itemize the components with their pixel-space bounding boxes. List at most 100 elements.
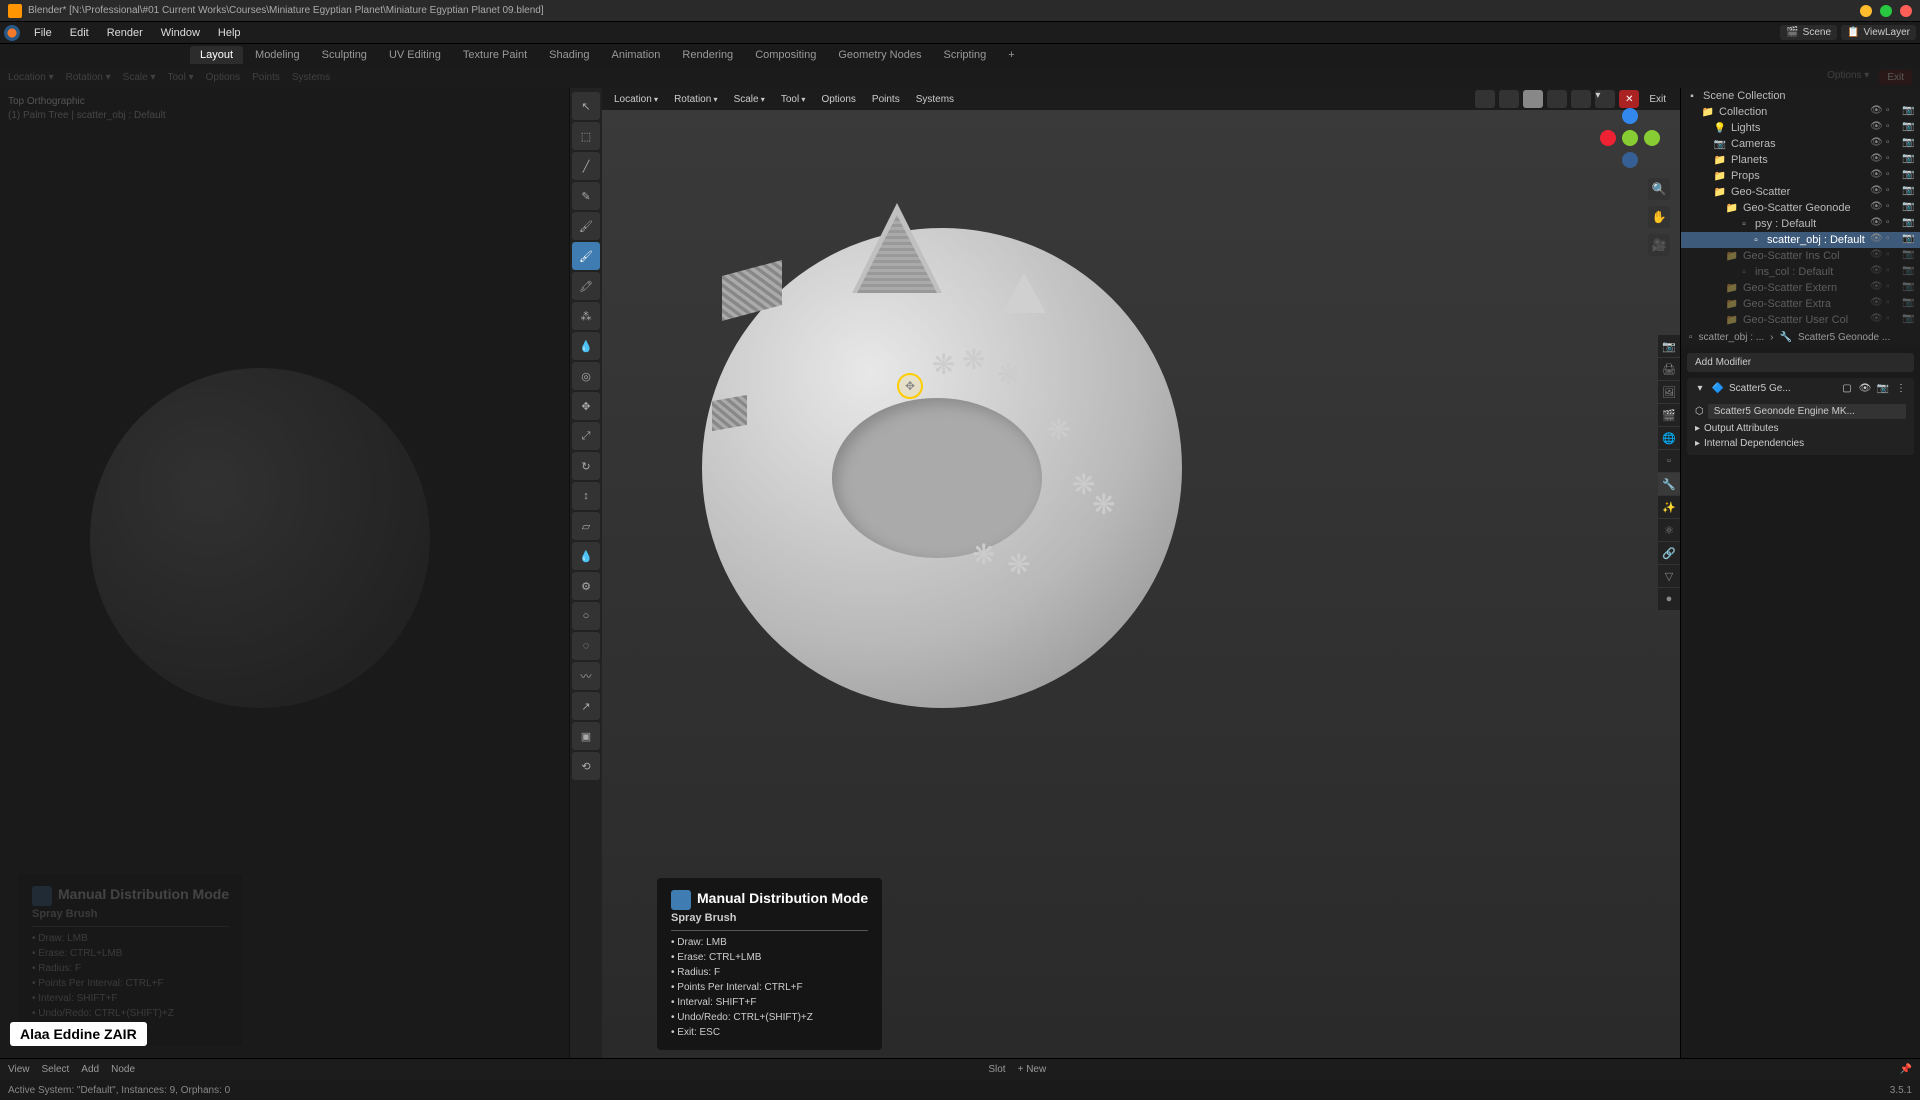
axis-y-icon[interactable] xyxy=(1644,130,1660,146)
tool-wave[interactable]: 〰 xyxy=(572,662,600,690)
mod-toggle-edit[interactable]: ▢ xyxy=(1840,381,1854,395)
outliner-item[interactable]: 📁Geo-Scatter Geonode👁▫📷 xyxy=(1681,200,1920,216)
tool-brush[interactable]: 🖌 xyxy=(572,212,600,240)
shading-matcap[interactable] xyxy=(1547,90,1567,108)
tab-sculpting[interactable]: Sculpting xyxy=(312,46,377,64)
tool-lasso[interactable]: ⟲ xyxy=(572,752,600,780)
outliner-item[interactable]: 📁Props👁▫📷 xyxy=(1681,168,1920,184)
be-view[interactable]: View xyxy=(8,1064,30,1075)
outliner-scene-collection[interactable]: ▪ Scene Collection xyxy=(1681,88,1920,104)
outliner-item[interactable]: 📁Geo-Scatter👁▫📷 xyxy=(1681,184,1920,200)
header-location[interactable]: Location xyxy=(610,94,662,105)
axis-x-icon[interactable] xyxy=(1600,130,1616,146)
tool-spray-brush[interactable]: 🖌 xyxy=(572,242,600,270)
exit-label[interactable]: Exit xyxy=(1643,94,1672,105)
menu-edit[interactable]: Edit xyxy=(62,25,97,41)
header-systems[interactable]: Systems xyxy=(912,94,958,105)
tab-add-workspace[interactable]: + xyxy=(998,46,1024,64)
menu-render[interactable]: Render xyxy=(99,25,151,41)
shading-dropdown[interactable]: ▾ xyxy=(1595,90,1615,108)
tool-line[interactable]: ╱ xyxy=(572,152,600,180)
prop-tab-world[interactable]: 🌐 xyxy=(1658,427,1680,449)
maximize-button[interactable] xyxy=(1880,5,1892,17)
tool-cursor[interactable]: ↖ xyxy=(572,92,600,120)
tool-select[interactable]: ⬚ xyxy=(572,122,600,150)
prop-tab-viewlayer[interactable]: 🖼 xyxy=(1658,381,1680,403)
mod-extras[interactable]: ⋮ xyxy=(1894,381,1908,395)
prop-tab-material[interactable]: ● xyxy=(1658,588,1680,610)
slot-label[interactable]: Slot xyxy=(988,1064,1005,1075)
tool-eraser[interactable]: ▱ xyxy=(572,512,600,540)
modifier-name-field[interactable]: Scatter5 Ge... xyxy=(1729,383,1791,394)
outliner-item[interactable]: ▫psy : Default👁▫📷 xyxy=(1681,216,1920,232)
tool-select-box[interactable]: ▣ xyxy=(572,722,600,750)
node-group-selector[interactable]: Scatter5 Geonode Engine MK... xyxy=(1708,404,1906,419)
axis-center-icon[interactable] xyxy=(1622,130,1638,146)
outliner-item[interactable]: 📁Planets👁▫📷 xyxy=(1681,152,1920,168)
be-node[interactable]: Node xyxy=(111,1064,135,1075)
shading-solid[interactable] xyxy=(1523,90,1543,108)
breadcrumb-object[interactable]: scatter_obj : ... xyxy=(1699,332,1765,343)
tab-scripting[interactable]: Scripting xyxy=(933,46,996,64)
header-options[interactable]: Options xyxy=(817,94,859,105)
outliner-item[interactable]: 📁Geo-Scatter User Col👁▫📷 xyxy=(1681,312,1920,328)
internal-dependencies-row[interactable]: ▸Internal Dependencies xyxy=(1695,436,1906,451)
camera-icon[interactable]: 🎥 xyxy=(1648,234,1670,256)
tool-rotate[interactable]: ↻ xyxy=(572,452,600,480)
breadcrumb-modifier[interactable]: Scatter5 Geonode ... xyxy=(1798,332,1890,343)
outliner-item[interactable]: 💡Lights👁▫📷 xyxy=(1681,120,1920,136)
prop-tab-output[interactable]: 🖨 xyxy=(1658,358,1680,380)
shading-toggle-1[interactable] xyxy=(1475,90,1495,108)
pan-icon[interactable]: ✋ xyxy=(1648,206,1670,228)
menu-file[interactable]: File xyxy=(26,25,60,41)
prop-tab-data[interactable]: ▽ xyxy=(1658,565,1680,587)
axis-z-icon[interactable] xyxy=(1622,108,1638,124)
shading-toggle-2[interactable] xyxy=(1499,90,1519,108)
add-modifier-button[interactable]: Add Modifier xyxy=(1687,353,1914,372)
tab-rendering[interactable]: Rendering xyxy=(672,46,743,64)
modifier-header[interactable]: ▾ 🔷 Scatter5 Ge... ▢ 👁 📷 ⋮ xyxy=(1687,378,1914,398)
tool-gear[interactable]: ⚙ xyxy=(572,572,600,600)
view3d-area[interactable]: Location Rotation Scale Tool Options Poi… xyxy=(602,88,1680,1058)
prop-tab-render[interactable]: 📷 xyxy=(1658,335,1680,357)
tool-align-z[interactable]: ↕ xyxy=(572,482,600,510)
outliner-item[interactable]: 📁Geo-Scatter Ins Col👁▫📷 xyxy=(1681,248,1920,264)
tab-compositing[interactable]: Compositing xyxy=(745,46,826,64)
prop-tab-physics[interactable]: ⚛ xyxy=(1658,519,1680,541)
header-tool[interactable]: Tool xyxy=(777,94,810,105)
shading-rendered[interactable] xyxy=(1571,90,1591,108)
new-button[interactable]: + New xyxy=(1018,1064,1047,1075)
pin-icon[interactable]: 📌 xyxy=(1900,1064,1912,1075)
axis-z-neg-icon[interactable] xyxy=(1622,152,1638,168)
tab-animation[interactable]: Animation xyxy=(602,46,671,64)
menu-window[interactable]: Window xyxy=(153,25,208,41)
output-attributes-row[interactable]: ▸Output Attributes xyxy=(1695,421,1906,436)
outliner-item[interactable]: 📷Cameras👁▫📷 xyxy=(1681,136,1920,152)
prop-tab-particles[interactable]: ✨ xyxy=(1658,496,1680,518)
tool-pen[interactable]: ✎ xyxy=(572,182,600,210)
tool-circle[interactable]: ○ xyxy=(572,602,600,630)
be-select[interactable]: Select xyxy=(42,1064,70,1075)
prop-tab-constraints[interactable]: 🔗 xyxy=(1658,542,1680,564)
blender-logo-icon[interactable] xyxy=(4,25,20,41)
menu-help[interactable]: Help xyxy=(210,25,249,41)
mod-toggle-render[interactable]: 📷 xyxy=(1876,381,1890,395)
tool-arrow-up[interactable]: ↗ xyxy=(572,692,600,720)
outliner-item[interactable]: ▫scatter_obj : Default👁▫📷 xyxy=(1681,232,1920,248)
header-rotation[interactable]: Rotation xyxy=(670,94,722,105)
tool-scale[interactable]: ⤢ xyxy=(572,422,600,450)
prop-tab-scene[interactable]: 🎬 xyxy=(1658,404,1680,426)
tab-texture-paint[interactable]: Texture Paint xyxy=(453,46,537,64)
tool-target[interactable]: ◎ xyxy=(572,362,600,390)
tool-ring[interactable]: ◌ xyxy=(572,632,600,660)
exit-x-button[interactable]: ✕ xyxy=(1619,90,1639,108)
tab-layout[interactable]: Layout xyxy=(190,46,243,64)
tool-move[interactable]: ✥ xyxy=(572,392,600,420)
expand-icon[interactable]: ▾ xyxy=(1693,381,1707,395)
scene-selector[interactable]: 🎬 Scene xyxy=(1780,25,1837,40)
tab-uv-editing[interactable]: UV Editing xyxy=(379,46,451,64)
viewlayer-selector[interactable]: 📋 ViewLayer xyxy=(1841,25,1916,40)
outliner-item[interactable]: 📁Collection👁▫📷 xyxy=(1681,104,1920,120)
zoom-icon[interactable]: 🔍 xyxy=(1648,178,1670,200)
minimize-button[interactable] xyxy=(1860,5,1872,17)
